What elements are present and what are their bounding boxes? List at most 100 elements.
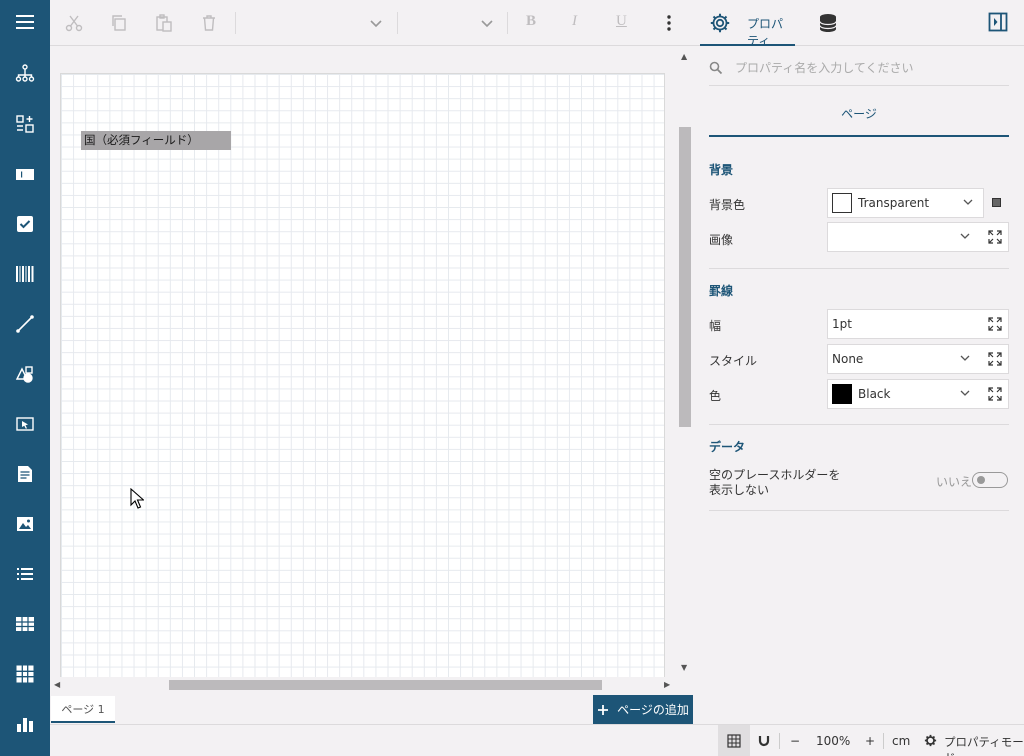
rich-text-icon[interactable] [0, 454, 50, 494]
horizontal-scroll-thumb[interactable] [169, 680, 602, 690]
database-icon[interactable] [817, 12, 839, 34]
grid-icon [727, 734, 741, 748]
bold-button[interactable]: B [526, 13, 536, 30]
list-icon[interactable] [0, 554, 50, 594]
divider [709, 268, 1009, 269]
style-label: スタイル [709, 354, 758, 368]
status-bar: − 100% + cm プロパティモード [50, 724, 1024, 756]
width-value: 1pt [832, 317, 852, 331]
expand-icon[interactable] [988, 387, 1002, 401]
toggle-state-label: いいえ [936, 475, 973, 489]
image-dropdown[interactable] [827, 222, 1009, 252]
chevron-down-icon [960, 390, 970, 396]
checkbox-icon[interactable] [0, 204, 50, 244]
table-icon[interactable] [0, 604, 50, 644]
cut-icon[interactable] [63, 12, 85, 34]
report-tree-icon[interactable] [0, 53, 50, 93]
add-page-button[interactable]: ページの追加 [593, 695, 693, 724]
bg-color-label: 背景色 [709, 198, 746, 212]
hide-placeholder-toggle[interactable] [972, 472, 1008, 488]
image-label: 画像 [709, 233, 734, 247]
magnet-icon[interactable] [757, 734, 771, 748]
input-field-icon[interactable] [0, 404, 50, 444]
gear-icon [710, 13, 730, 33]
divider [709, 510, 1009, 511]
properties-panel: プロパティ ページ 背景 背景色 Transparent 画像 [695, 0, 1024, 724]
report-page[interactable]: 国（必須フィールド） [60, 73, 665, 683]
menu-icon[interactable] [0, 2, 50, 42]
top-toolbar: B I U [50, 0, 695, 46]
design-canvas[interactable]: 国（必須フィールド） ▲ ▼ ◀ ▶ [50, 47, 695, 692]
expand-icon[interactable] [988, 352, 1002, 366]
section-tab-page[interactable]: ページ [709, 100, 1009, 137]
image-icon[interactable] [0, 504, 50, 544]
textbox-icon[interactable] [0, 154, 50, 194]
border-color-value: Black [858, 387, 891, 401]
add-page-label: ページの追加 [617, 703, 689, 717]
width-label: 幅 [709, 319, 722, 333]
panel-header: プロパティ [695, 0, 1024, 48]
scroll-down-icon[interactable]: ▼ [681, 663, 687, 672]
border-color-dropdown[interactable]: Black [827, 379, 1009, 409]
category-border: 罫線 [709, 284, 734, 298]
style-dropdown[interactable]: None [827, 344, 1009, 374]
chevron-down-icon [960, 355, 970, 361]
width-input[interactable]: 1pt [827, 309, 1009, 339]
component-icon[interactable] [0, 104, 50, 144]
grid-toggle-button[interactable] [718, 725, 750, 756]
chart-icon[interactable] [0, 704, 50, 744]
bg-color-expression-indicator[interactable] [992, 198, 1001, 207]
font-size-dropdown-chevron-down-icon[interactable] [476, 12, 498, 34]
delete-icon[interactable] [198, 12, 220, 34]
expand-icon[interactable] [988, 317, 1002, 331]
bg-color-dropdown[interactable]: Transparent [827, 188, 984, 218]
country-field-textbox[interactable]: 国（必須フィールド） [81, 131, 231, 150]
border-color-swatch [832, 384, 852, 404]
horizontal-scrollbar[interactable]: ◀ ▶ [50, 677, 676, 692]
property-search [709, 52, 1009, 86]
color-label: 色 [709, 389, 722, 403]
barcode-icon[interactable] [0, 254, 50, 294]
line-icon[interactable] [0, 304, 50, 344]
search-icon [709, 61, 723, 75]
zoom-level[interactable]: 100% [816, 734, 850, 748]
scroll-up-icon[interactable]: ▲ [681, 52, 687, 61]
scroll-right-icon[interactable]: ▶ [664, 680, 670, 689]
toolbar-separator [507, 12, 508, 34]
search-input[interactable] [735, 58, 1005, 78]
toolbar-separator [397, 12, 398, 34]
zoom-out-button[interactable]: − [790, 734, 800, 748]
zoom-in-button[interactable]: + [865, 734, 875, 748]
divider [709, 424, 1009, 425]
bg-color-swatch [832, 193, 852, 213]
toolbar-separator [235, 12, 236, 34]
vertical-scrollbar[interactable]: ▲ ▼ [676, 47, 695, 680]
tab-properties-label: プロパティ [747, 17, 784, 48]
category-background: 背景 [709, 163, 734, 177]
more-vertical-icon[interactable] [658, 12, 680, 34]
property-mode-button[interactable]: プロパティモード [944, 734, 1024, 756]
scroll-left-icon[interactable]: ◀ [54, 680, 60, 689]
paste-icon[interactable] [153, 12, 175, 34]
page-tab[interactable]: ページ 1 [51, 696, 115, 723]
italic-button[interactable]: I [572, 13, 577, 30]
collapse-panel-icon[interactable] [988, 12, 1008, 32]
underline-button[interactable]: U [616, 13, 627, 30]
toggle-knob [977, 476, 985, 484]
tablix-icon[interactable] [0, 654, 50, 694]
tab-properties[interactable]: プロパティ [700, 0, 795, 48]
plus-icon [598, 704, 609, 715]
hide-placeholder-label-line2: 表示しない [709, 483, 770, 497]
copy-icon[interactable] [108, 12, 130, 34]
font-family-dropdown-chevron-down-icon[interactable] [365, 12, 387, 34]
style-value: None [832, 352, 864, 366]
vertical-scroll-thumb[interactable] [679, 127, 691, 427]
expand-icon[interactable] [988, 230, 1002, 244]
left-toolbox [0, 0, 50, 756]
bg-color-value: Transparent [858, 196, 930, 210]
category-data: データ [709, 440, 746, 454]
mouse-cursor-icon [130, 488, 144, 509]
shapes-icon[interactable] [0, 354, 50, 394]
chevron-down-icon [963, 199, 973, 205]
unit-selector[interactable]: cm [892, 734, 910, 748]
